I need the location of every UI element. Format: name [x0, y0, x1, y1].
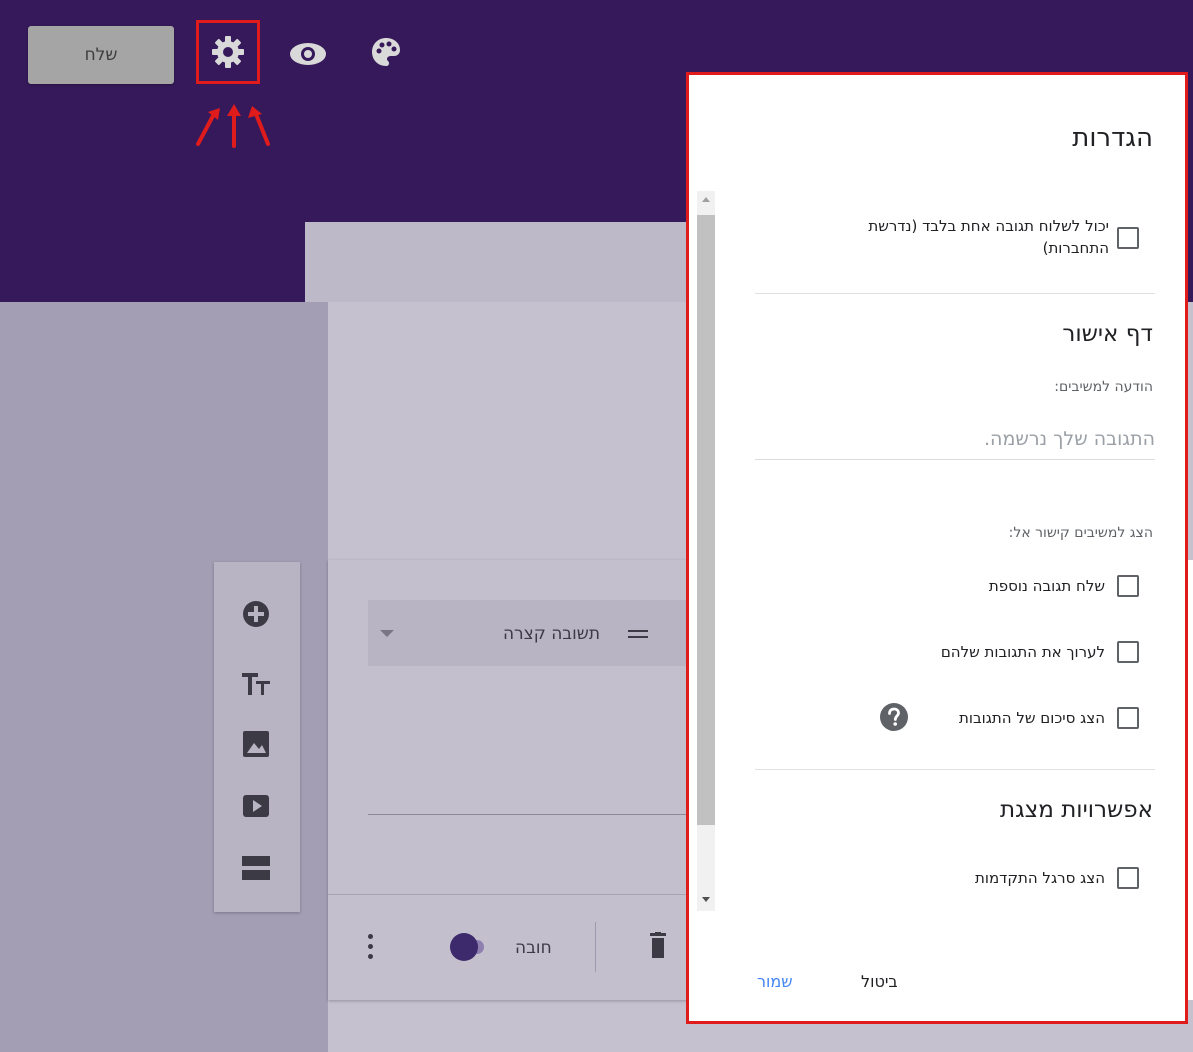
submit-another-label: שלח תגובה נוספת	[988, 577, 1105, 595]
video-icon[interactable]	[238, 788, 274, 824]
scroll-down-arrow-icon[interactable]	[702, 897, 710, 902]
dropdown-caret-icon	[380, 630, 394, 637]
save-button[interactable]: שמור	[751, 971, 799, 992]
one-response-label: יכול לשלוח תגובה אחת בלבד (נדרשת התחברות…	[868, 217, 1109, 257]
add-circle-icon[interactable]	[238, 596, 274, 632]
summary-charts-checkbox[interactable]	[1117, 707, 1139, 729]
edit-responses-checkbox[interactable]	[1117, 641, 1139, 663]
card-footer-divider	[328, 894, 728, 895]
send-button[interactable]: שלח	[28, 26, 174, 84]
section-divider	[755, 293, 1155, 294]
submit-another-checkbox[interactable]	[1117, 575, 1139, 597]
title-icon[interactable]	[238, 666, 274, 702]
question-type-dropdown[interactable]: תשובה קצרה	[368, 600, 688, 666]
presentation-title: אפשרויות מצגת	[1000, 797, 1153, 823]
question-toolbox	[214, 562, 300, 912]
confirmation-message-input[interactable]	[755, 419, 1155, 460]
short-text-icon	[628, 630, 648, 632]
required-toggle-knob[interactable]	[450, 933, 478, 961]
section-icon[interactable]	[238, 850, 274, 886]
answer-line	[368, 814, 688, 815]
links-label: הצג למשיבים קישור אל:	[1008, 525, 1153, 541]
progress-bar-label: הצג סרגל התקדמות	[975, 869, 1105, 887]
question-type-label: תשובה קצרה	[502, 624, 600, 644]
form-header-card	[305, 222, 695, 302]
required-label: חובה	[515, 938, 552, 958]
cancel-button[interactable]: ביטול	[855, 971, 904, 992]
settings-dialog: הגדרות יכול לשלוח תגובה אחת בלבד (נדרשת …	[686, 72, 1188, 1024]
help-icon[interactable]	[879, 702, 909, 732]
dialog-title: הגדרות	[1072, 123, 1153, 153]
edit-responses-label: לערוך את התגובות שלהם	[940, 643, 1105, 661]
footer-divider	[595, 922, 596, 972]
one-response-checkbox[interactable]	[1117, 227, 1139, 249]
scroll-up-arrow-icon[interactable]	[702, 197, 710, 202]
progress-bar-checkbox[interactable]	[1117, 867, 1139, 889]
message-label: הודעה למשיבים:	[1054, 379, 1153, 395]
annotation-arrows	[196, 104, 270, 148]
scrollbar-thumb[interactable]	[697, 215, 715, 825]
gear-icon[interactable]	[210, 34, 246, 70]
summary-charts-label: הצג סיכום של התגובות	[959, 709, 1105, 727]
confirmation-page-title: דף אישור	[1062, 321, 1153, 347]
image-icon[interactable]	[238, 726, 274, 762]
eye-icon[interactable]	[288, 40, 328, 68]
section-divider	[755, 769, 1155, 770]
more-options-icon[interactable]	[368, 932, 374, 962]
trash-icon[interactable]	[650, 932, 666, 958]
palette-icon[interactable]	[370, 36, 402, 68]
